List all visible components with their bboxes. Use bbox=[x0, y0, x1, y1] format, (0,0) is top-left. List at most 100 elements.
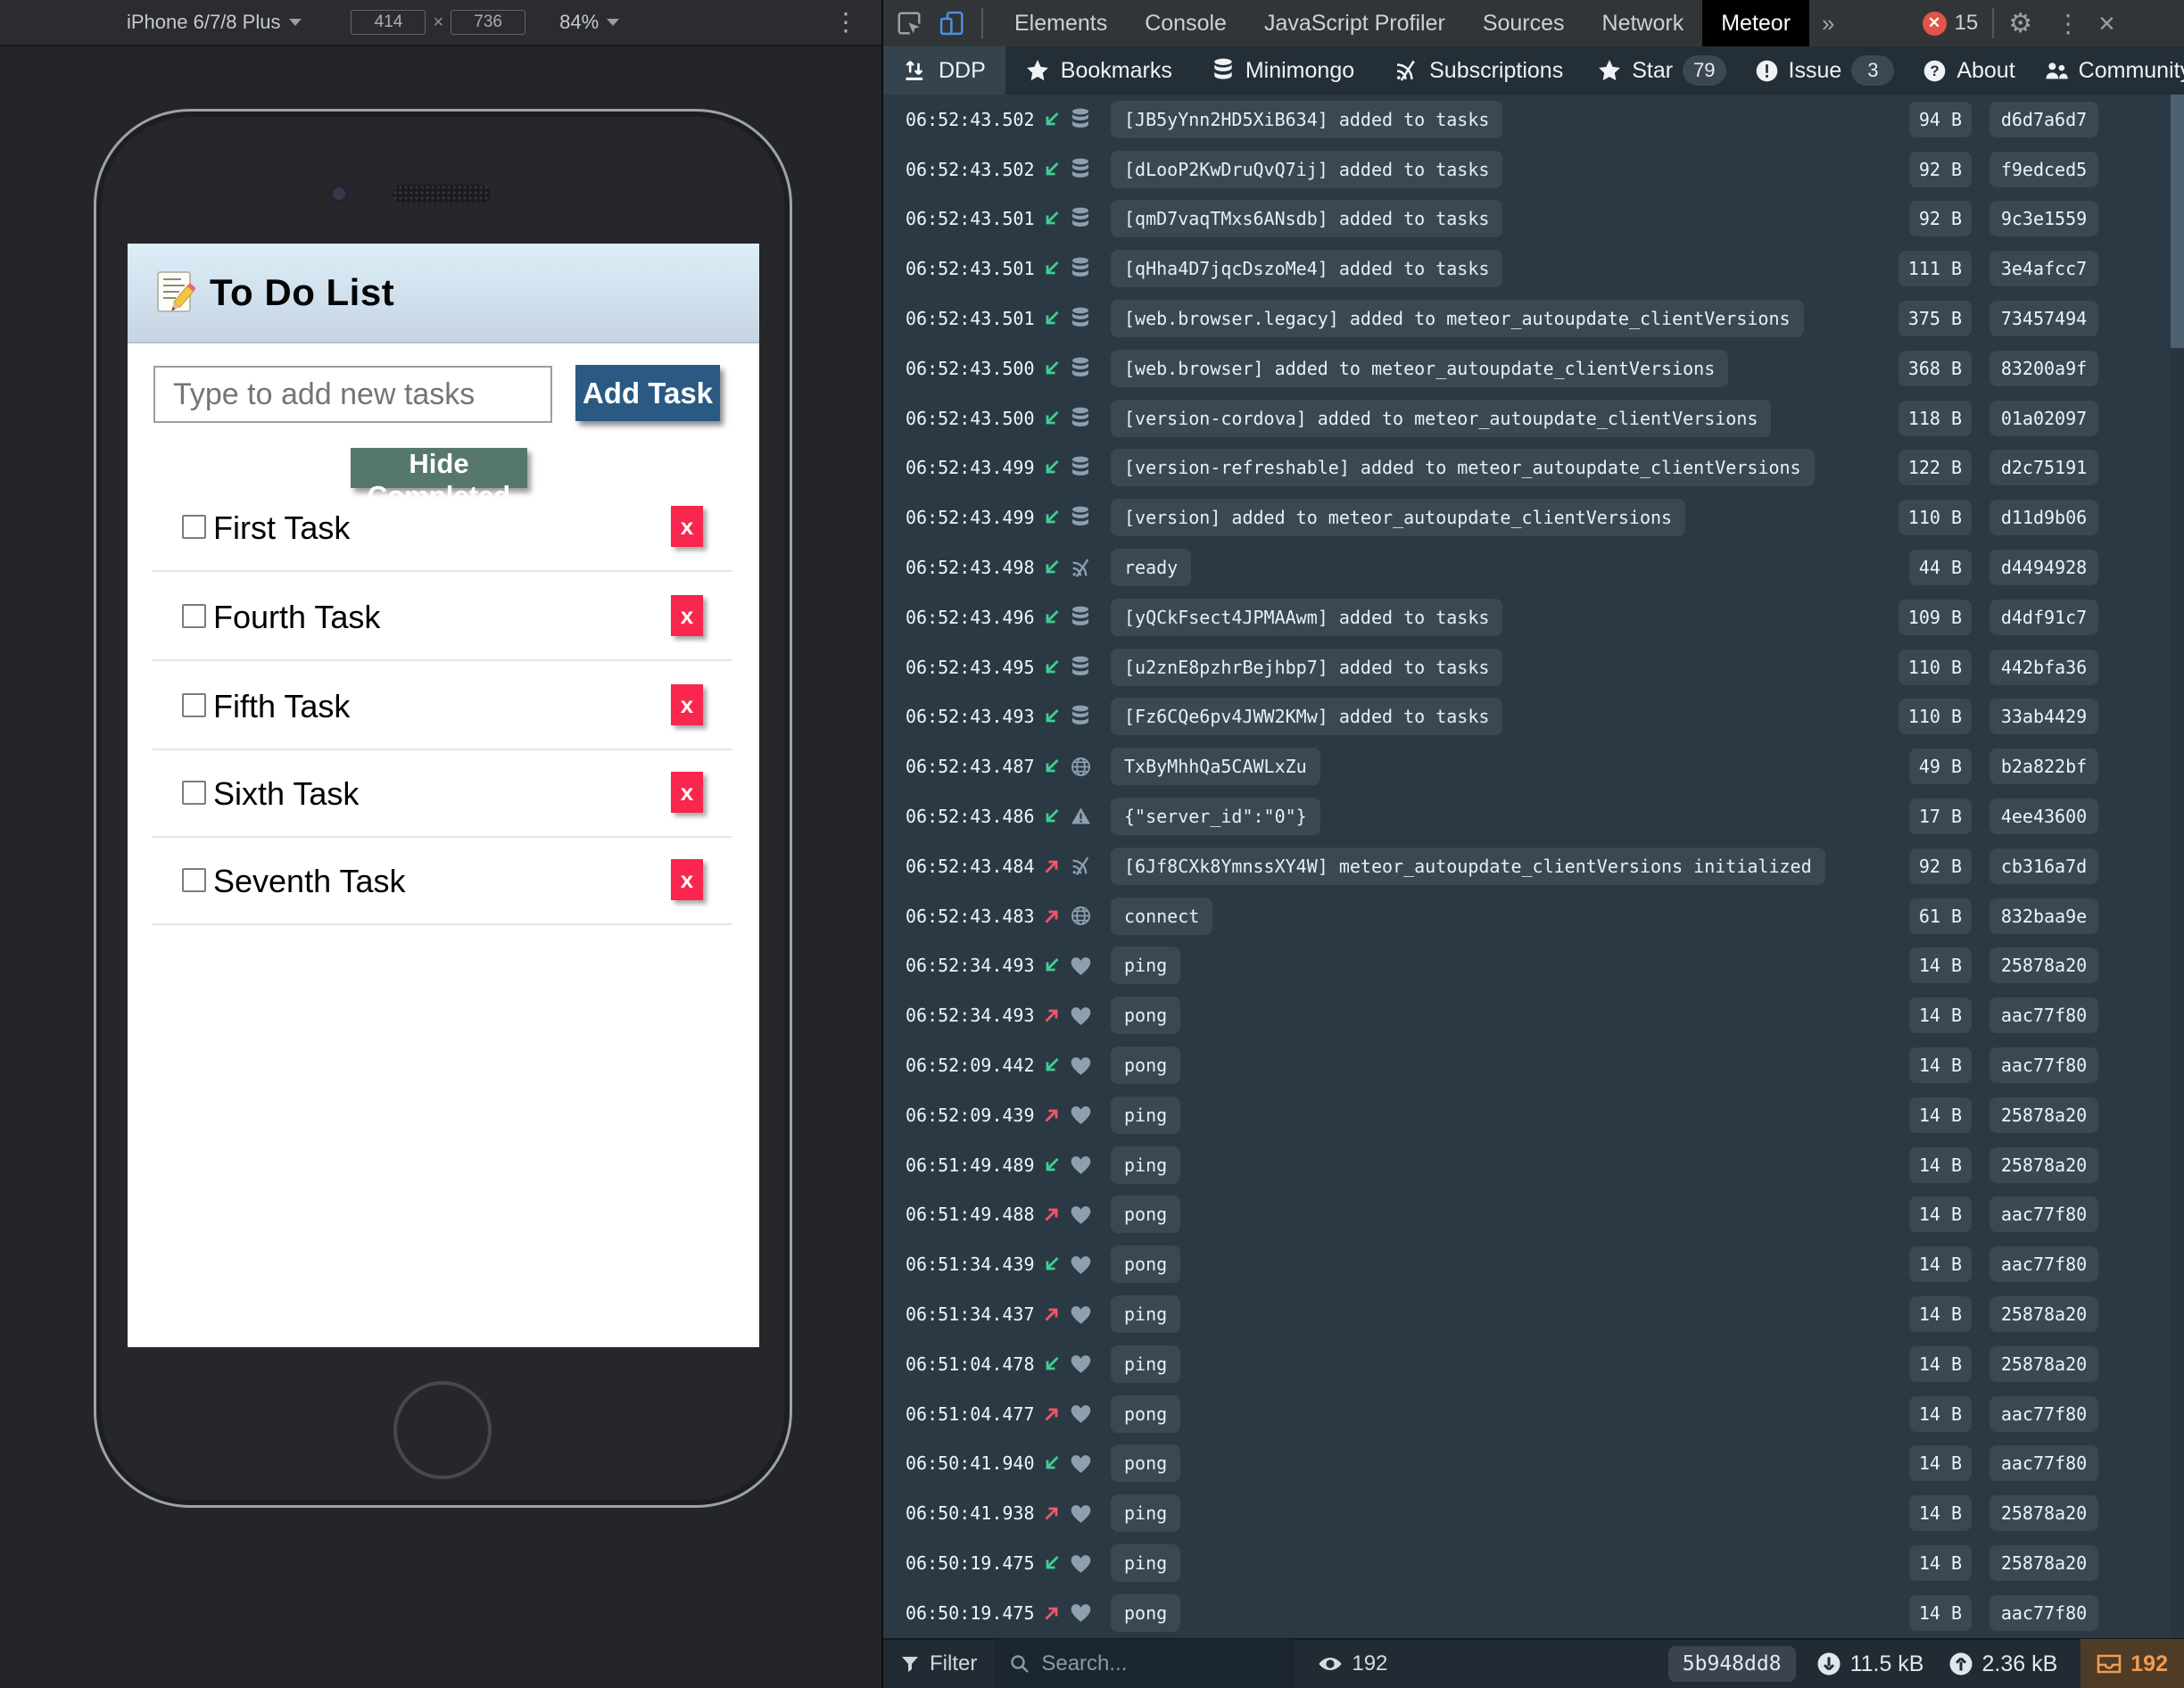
search-icon bbox=[1009, 1653, 1030, 1675]
ddp-message-row[interactable]: 06:52:43.499[version-refreshable] added … bbox=[883, 443, 2184, 493]
add-task-button[interactable]: Add Task bbox=[575, 365, 720, 421]
queued-messages-badge[interactable]: 192 bbox=[2081, 1639, 2184, 1688]
message-timestamp: 06:51:34.437 bbox=[906, 1303, 1041, 1325]
task-checkbox[interactable] bbox=[182, 868, 206, 892]
delete-task-button[interactable]: x bbox=[671, 506, 703, 547]
heart-icon bbox=[1070, 956, 1096, 976]
visible-messages-toggle[interactable]: 192 bbox=[1318, 1651, 1387, 1676]
devtools-tab-network[interactable]: Network bbox=[1584, 0, 1703, 46]
ddp-message-row[interactable]: 06:50:41.940pong14 Baac77f80 bbox=[883, 1439, 2184, 1489]
message-hash-badge: 3e4afcc7 bbox=[1990, 251, 2098, 286]
zoom-select[interactable]: 84% bbox=[559, 11, 619, 34]
scrollbar-thumb[interactable] bbox=[2171, 95, 2184, 348]
task-checkbox[interactable] bbox=[182, 515, 206, 539]
task-checkbox[interactable] bbox=[182, 781, 206, 805]
inspect-element-icon[interactable] bbox=[894, 8, 924, 38]
message-hash-badge: aac77f80 bbox=[1990, 1445, 2098, 1481]
more-tabs-icon[interactable]: » bbox=[1809, 10, 1847, 37]
ddp-message-row[interactable]: 06:52:43.486{"server_id":"0"}17 B4ee4360… bbox=[883, 791, 2184, 841]
scrollbar-track[interactable] bbox=[2171, 95, 2184, 1638]
message-content: [version-refreshable] added to meteor_au… bbox=[1111, 449, 1815, 486]
search-input[interactable]: Search... bbox=[995, 1639, 1295, 1688]
devtools-menu-icon[interactable]: ⋮ bbox=[2056, 9, 2081, 38]
ddp-message-row[interactable]: 06:52:43.501[qmD7vaqTMxs6ANsdb] added to… bbox=[883, 194, 2184, 244]
incoming-arrow-icon bbox=[1041, 1055, 1070, 1076]
close-devtools-icon[interactable]: × bbox=[2098, 7, 2115, 40]
ddp-message-row[interactable]: 06:52:43.493[Fz6CQe6pv4JWW2KMw] added to… bbox=[883, 692, 2184, 742]
ddp-message-row[interactable]: 06:52:43.501[qHha4D7jqcDszoMe4] added to… bbox=[883, 244, 2184, 294]
ddp-message-row[interactable]: 06:52:43.498ready44 Bd4494928 bbox=[883, 542, 2184, 592]
ddp-message-row[interactable]: 06:51:49.489ping14 B25878a20 bbox=[883, 1140, 2184, 1190]
outgoing-arrow-icon bbox=[1041, 1602, 1070, 1624]
task-label: Sixth Task bbox=[213, 775, 359, 813]
ddp-message-row[interactable]: 06:52:43.496[yQCkFsect4JPMAAwm] added to… bbox=[883, 592, 2184, 642]
ddp-message-row[interactable]: 06:52:43.502[dLooP2KwDruQvQ7ij] added to… bbox=[883, 145, 2184, 194]
ddp-message-row[interactable]: 06:50:19.475ping14 B25878a20 bbox=[883, 1538, 2184, 1588]
meteor-tab-subscriptions[interactable]: Subscriptions bbox=[1374, 46, 1583, 95]
devtools-tab-javascript-profiler[interactable]: JavaScript Profiler bbox=[1245, 0, 1464, 46]
ddp-message-row[interactable]: 06:52:34.493ping14 B25878a20 bbox=[883, 941, 2184, 991]
message-content: [6Jf8CXk8YmnssXY4W] meteor_autoupdate_cl… bbox=[1111, 848, 1825, 885]
ddp-message-row[interactable]: 06:52:43.483connect61 B832baa9e bbox=[883, 891, 2184, 941]
meteor-link-star[interactable]: Star79 bbox=[1583, 46, 1740, 95]
message-size-badge: 94 B bbox=[1909, 102, 1972, 137]
message-hash-badge: aac77f80 bbox=[1990, 1246, 2098, 1282]
filter-button[interactable]: Filter bbox=[883, 1639, 995, 1688]
ddp-message-row[interactable]: 06:52:43.487TxByMhhQa5CAWLxZu49 Bb2a822b… bbox=[883, 741, 2184, 791]
task-checkbox[interactable] bbox=[182, 604, 206, 628]
meteor-navbar: DDPBookmarksMinimongoSubscriptionsStar79… bbox=[883, 46, 2184, 95]
heart-icon bbox=[1070, 1254, 1096, 1275]
toolbar-separator bbox=[981, 8, 983, 38]
ddp-message-row[interactable]: 06:51:34.437ping14 B25878a20 bbox=[883, 1289, 2184, 1339]
ddp-message-row[interactable]: 06:52:43.501[web.browser.legacy] added t… bbox=[883, 294, 2184, 343]
ddp-message-row[interactable]: 06:52:43.484[6Jf8CXk8YmnssXY4W] meteor_a… bbox=[883, 841, 2184, 891]
task-checkbox[interactable] bbox=[182, 693, 206, 717]
devtools-tab-meteor[interactable]: Meteor bbox=[1702, 0, 1809, 46]
device-type-select[interactable]: iPhone 6/7/8 Plus bbox=[127, 11, 302, 34]
message-size-badge: 92 B bbox=[1909, 201, 1972, 236]
outgoing-arrow-icon bbox=[1041, 856, 1070, 877]
ddp-icon bbox=[903, 58, 928, 83]
ddp-message-row[interactable]: 06:50:41.938ping14 B25878a20 bbox=[883, 1488, 2184, 1538]
ddp-message-row[interactable]: 06:51:34.439pong14 Baac77f80 bbox=[883, 1239, 2184, 1289]
ddp-message-row[interactable]: 06:50:19.475pong14 Baac77f80 bbox=[883, 1588, 2184, 1638]
devtools-tab-elements[interactable]: Elements bbox=[996, 0, 1126, 46]
meteor-tab-bookmarks[interactable]: Bookmarks bbox=[1005, 46, 1192, 95]
meteor-link-about[interactable]: ?About bbox=[1908, 46, 2029, 95]
filter-funnel-icon bbox=[899, 1653, 921, 1675]
ddp-message-row[interactable]: 06:52:34.493pong14 Baac77f80 bbox=[883, 990, 2184, 1040]
ddp-message-row[interactable]: 06:52:43.500[version-cordova] added to m… bbox=[883, 393, 2184, 443]
device-toolbar-toggle-icon[interactable] bbox=[937, 8, 967, 38]
ddp-message-row[interactable]: 06:52:09.439ping14 B25878a20 bbox=[883, 1090, 2184, 1140]
viewport-width-input[interactable] bbox=[351, 10, 426, 35]
viewport-height-input[interactable] bbox=[451, 10, 525, 35]
meteor-tab-minimongo[interactable]: Minimongo bbox=[1192, 46, 1374, 95]
ddp-message-row[interactable]: 06:52:43.502[JB5yYnn2HD5XiB634] added to… bbox=[883, 95, 2184, 145]
message-size-badge: 14 B bbox=[1909, 1047, 1972, 1083]
heart-icon bbox=[1070, 1204, 1096, 1225]
meteor-link-issue[interactable]: Issue3 bbox=[1741, 46, 1909, 95]
delete-task-button[interactable]: x bbox=[671, 859, 703, 900]
message-size-badge: 111 B bbox=[1899, 251, 1972, 286]
ddp-message-row[interactable]: 06:52:43.499[version] added to meteor_au… bbox=[883, 492, 2184, 542]
ddp-message-row[interactable]: 06:52:43.500[web.browser] added to meteo… bbox=[883, 343, 2184, 393]
delete-task-button[interactable]: x bbox=[671, 595, 703, 636]
ddp-message-row[interactable]: 06:52:09.442pong14 Baac77f80 bbox=[883, 1040, 2184, 1090]
device-toolbar-menu-icon[interactable]: ⋮ bbox=[833, 13, 858, 31]
settings-gear-icon[interactable]: ⚙ bbox=[2008, 8, 2032, 39]
ddp-message-row[interactable]: 06:51:04.478ping14 B25878a20 bbox=[883, 1339, 2184, 1389]
outgoing-arrow-icon bbox=[1041, 906, 1070, 927]
meteor-link-community[interactable]: Community bbox=[2030, 46, 2184, 95]
devtools-tab-console[interactable]: Console bbox=[1126, 0, 1245, 46]
ddp-message-row[interactable]: 06:52:43.495[u2znE8pzhrBejhbp7] added to… bbox=[883, 642, 2184, 692]
inbox-tray-icon bbox=[2097, 1653, 2122, 1675]
meteor-tab-ddp[interactable]: DDP bbox=[883, 46, 1005, 95]
console-error-badge[interactable]: ✕ 15 bbox=[1923, 11, 1979, 36]
ddp-message-row[interactable]: 06:51:49.488pong14 Baac77f80 bbox=[883, 1190, 2184, 1240]
ddp-message-row[interactable]: 06:51:04.477pong14 Baac77f80 bbox=[883, 1389, 2184, 1439]
new-task-input[interactable] bbox=[153, 366, 552, 423]
delete-task-button[interactable]: x bbox=[671, 684, 703, 725]
delete-task-button[interactable]: x bbox=[671, 772, 703, 813]
database-icon bbox=[1070, 506, 1096, 529]
devtools-tab-sources[interactable]: Sources bbox=[1464, 0, 1584, 46]
